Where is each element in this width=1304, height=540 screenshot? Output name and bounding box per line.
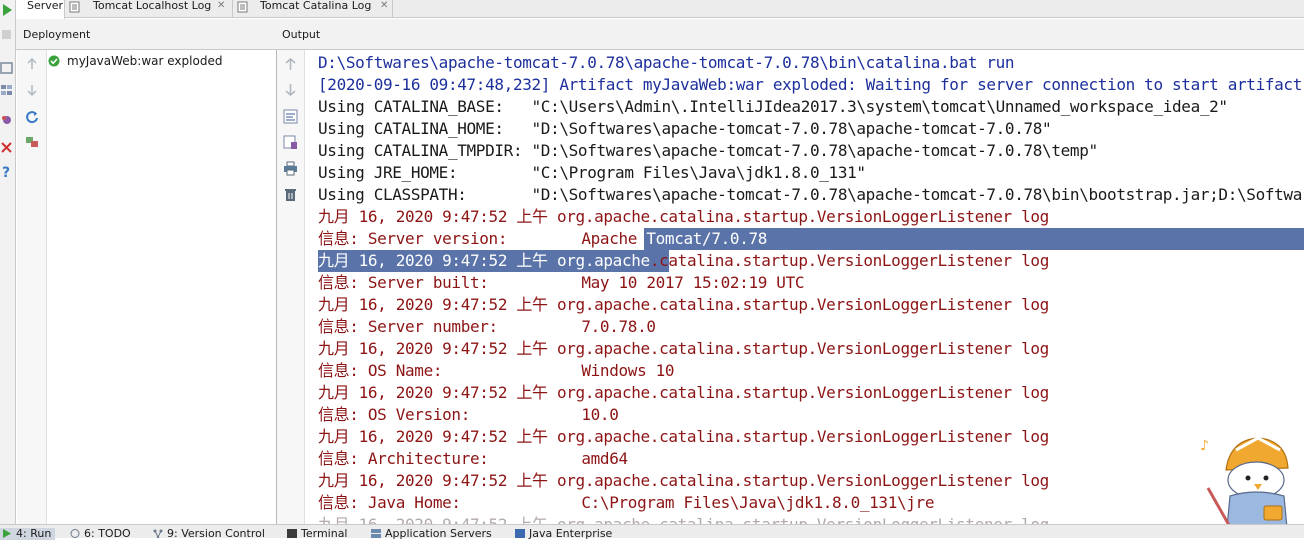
console-line: 信息: OS Version: 10.0 <box>318 405 619 424</box>
console-line: 九月 16, 2020 9:47:52 上午 org.apache.catali… <box>318 471 1049 490</box>
mascot-sticker-icon: ♪ <box>1200 436 1289 538</box>
bottom-tab-label: 4: Run <box>16 527 52 540</box>
rerun-icon[interactable] <box>0 60 14 76</box>
terminal-icon <box>287 529 297 538</box>
svg-text:♪: ♪ <box>1200 438 1209 454</box>
bottom-tab-application-servers[interactable]: Application Servers <box>371 528 492 540</box>
tab-bar: Server Tomcat Localhost Log ✕ Tomcat Cat… <box>16 0 1304 19</box>
deployment-header: Deployment <box>16 19 277 50</box>
console-line: 信息: OS Name: Windows 10 <box>318 361 675 380</box>
deployment-header-label: Deployment <box>23 28 91 41</box>
console-line: 九月 16, 2020 9:47:52 上午 org.apache.catali… <box>318 427 1049 446</box>
check-ok-icon <box>48 55 60 67</box>
console-text: 信息: Server version: Apache <box>318 229 647 248</box>
scroll-to-end-icon[interactable] <box>283 135 298 150</box>
bottom-tab-label: Java Enterprise <box>529 527 613 540</box>
run-icon[interactable] <box>0 2 14 18</box>
tab-label: Tomcat Catalina Log <box>260 0 372 12</box>
output-toolbar <box>277 50 305 524</box>
console-line: 九月 16, 2020 9:47:52 上午 org.apache.catali… <box>318 514 1049 524</box>
java-enterprise-icon <box>515 529 525 538</box>
tab-server[interactable]: Server <box>16 0 65 19</box>
console-line: Using CATALINA_HOME: "D:\Softwares\apach… <box>318 119 1052 138</box>
debug-icon[interactable] <box>0 112 14 128</box>
bottom-tab-label: 9: Version Control <box>167 527 265 540</box>
console-line: 信息: Server built: May 10 2017 15:02:19 U… <box>318 273 805 292</box>
console-text: .catalina.startup.VersionLoggerListener … <box>649 251 1050 270</box>
bottom-tool-bar: 4: Run 6: TODO 9: Version Control Termin… <box>0 524 1304 540</box>
move-down-icon[interactable] <box>25 83 39 97</box>
console-line-selected: 九月 16, 2020 9:47:52 上午 org.apache.catali… <box>318 250 1049 272</box>
tab-tomcat-localhost-log[interactable]: Tomcat Localhost Log ✕ <box>65 0 233 18</box>
deployment-toolbar <box>17 50 47 524</box>
bottom-tab-label: Application Servers <box>385 527 492 540</box>
bottom-tab-label: Terminal <box>301 527 348 540</box>
todo-icon <box>70 529 80 538</box>
deployment-panel <box>16 19 277 524</box>
bottom-tab-version-control[interactable]: 9: Version Control <box>153 528 265 540</box>
bottom-tab-todo[interactable]: 6: TODO <box>70 528 131 540</box>
server-icon <box>371 529 381 538</box>
selected-text: 九月 16, 2020 9:47:52 上午 org.apache <box>318 251 650 270</box>
log-file-icon <box>69 1 80 13</box>
console-line: D:\Softwares\apache-tomcat-7.0.78\apache… <box>318 53 1015 72</box>
deploy-icon[interactable] <box>25 135 39 149</box>
refresh-icon[interactable] <box>25 110 39 124</box>
bottom-tab-label: 6: TODO <box>84 527 131 540</box>
version-control-icon <box>153 529 163 538</box>
run-tool-gutter: ? <box>0 0 16 524</box>
deployment-item-label: myJavaWeb:war exploded <box>67 54 223 68</box>
console-line: [2020-09-16 09:47:48,232] Artifact myJav… <box>318 75 1302 94</box>
bottom-tab-terminal[interactable]: Terminal <box>287 528 348 540</box>
console-line: Using CLASSPATH: "D:\Softwares\apache-to… <box>318 185 1304 204</box>
console-line: Using CATALINA_TMPDIR: "D:\Softwares\apa… <box>318 141 1098 160</box>
log-file-icon <box>237 1 248 13</box>
stop-icon[interactable] <box>0 26 14 42</box>
move-up-icon[interactable] <box>25 57 39 71</box>
tab-label: Tomcat Localhost Log <box>93 0 212 12</box>
bottom-tab-java-enterprise[interactable]: Java Enterprise <box>515 528 612 540</box>
close-tab-icon[interactable]: ✕ <box>380 0 388 12</box>
tab-tomcat-catalina-log[interactable]: Tomcat Catalina Log ✕ <box>233 0 393 18</box>
run-icon <box>3 529 11 538</box>
selected-text: Tomcat/7.0.78 <box>646 229 768 248</box>
soft-wrap-icon[interactable] <box>283 109 298 124</box>
console-line: 九月 16, 2020 9:47:52 上午 org.apache.catali… <box>318 339 1049 358</box>
console-line: Using CATALINA_BASE: "C:\Users\Admin\.In… <box>318 97 1228 116</box>
print-icon[interactable] <box>283 161 298 176</box>
console-line: 信息: Java Home: C:\Program Files\Java\jdk… <box>318 493 935 512</box>
clear-all-icon[interactable] <box>283 187 298 202</box>
tab-label: Server <box>27 0 64 12</box>
console-line: 信息: Server number: 7.0.78.0 <box>318 317 656 336</box>
close-tab-icon[interactable]: ✕ <box>217 0 225 12</box>
console-line: 九月 16, 2020 9:47:52 上午 org.apache.catali… <box>318 207 1049 226</box>
console-line: 九月 16, 2020 9:47:52 上午 org.apache.catali… <box>318 383 1049 402</box>
settings-icon[interactable] <box>0 82 14 98</box>
bottom-tab-run[interactable]: 4: Run <box>0 527 56 540</box>
svg-text:?: ? <box>2 165 10 180</box>
console-line-selected: 信息: Server version: Apache Tomcat/7.0.78 <box>318 228 767 250</box>
help-icon[interactable]: ? <box>0 164 14 180</box>
console-line: 信息: Architecture: amd64 <box>318 449 628 468</box>
output-header-label: Output <box>282 28 321 41</box>
scroll-up-icon[interactable] <box>283 57 298 72</box>
console-output[interactable]: D:\Softwares\apache-tomcat-7.0.78\apache… <box>306 50 1304 524</box>
scroll-down-icon[interactable] <box>283 82 298 97</box>
output-header: Output <box>277 19 1304 50</box>
console-line: 九月 16, 2020 9:47:52 上午 org.apache.catali… <box>318 295 1049 314</box>
close-icon[interactable] <box>0 139 14 155</box>
console-line: Using JRE_HOME: "C:\Program Files\Java\j… <box>318 163 866 182</box>
